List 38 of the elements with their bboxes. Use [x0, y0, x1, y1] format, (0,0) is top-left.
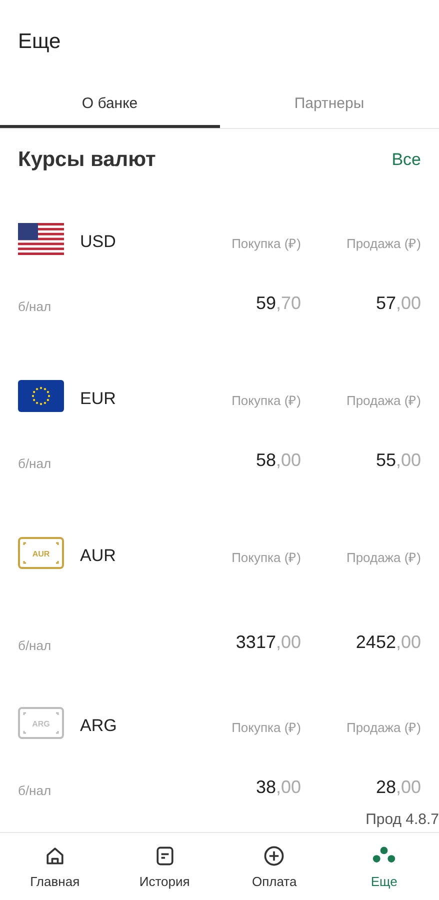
currency-code: USD	[80, 230, 116, 252]
buy-rate: 58,00	[256, 450, 301, 471]
sell-rate: 28,00	[376, 776, 421, 798]
sell-label: Продажа (₽)	[346, 718, 421, 736]
version-label: Прод 4.8.7	[366, 810, 439, 828]
sell-rate: 55,00	[376, 450, 421, 471]
tab[interactable]: О банке	[0, 81, 220, 128]
sell-label: Продажа (₽)	[346, 392, 421, 409]
buy-rate: 38,00	[256, 776, 301, 798]
buy-rate: 59,70	[256, 292, 301, 314]
section-title: Курсы валют	[18, 148, 156, 172]
nav-tab[interactable]: Оплата	[220, 832, 330, 900]
payment-type: б/нал	[18, 636, 52, 653]
card-label: AUR	[32, 549, 50, 558]
sell-rate: 57,00	[376, 292, 421, 314]
buy-rate: 3317,00	[236, 632, 301, 653]
sell-label: Продажа (₽)	[346, 234, 421, 252]
buy-label: Покупка (₽)	[232, 548, 301, 566]
flag-icon	[18, 380, 64, 412]
page-title: Еще	[18, 30, 61, 54]
buy-label: Покупка (₽)	[232, 234, 301, 252]
payment-type: б/нал	[18, 298, 52, 314]
currency-code: AUR	[80, 544, 116, 566]
currency-code: ARG	[80, 714, 117, 736]
nav-tab[interactable]: Главная	[0, 832, 110, 900]
buy-label: Покупка (₽)	[232, 392, 301, 409]
payment-type: б/нал	[18, 782, 52, 798]
payment-type: б/нал	[18, 454, 52, 471]
sell-label: Продажа (₽)	[346, 548, 421, 566]
plus-icon	[262, 844, 286, 868]
nav-tab[interactable]: Еще	[329, 832, 439, 900]
card-label: ARG	[32, 719, 50, 728]
flag-icon	[18, 222, 64, 255]
sell-rate: 2452,00	[356, 632, 421, 653]
nav-tab[interactable]: История	[110, 832, 220, 900]
buy-label: Покупка (₽)	[232, 718, 301, 736]
all-link[interactable]: Все	[392, 150, 421, 170]
currency-code: EUR	[80, 388, 116, 409]
